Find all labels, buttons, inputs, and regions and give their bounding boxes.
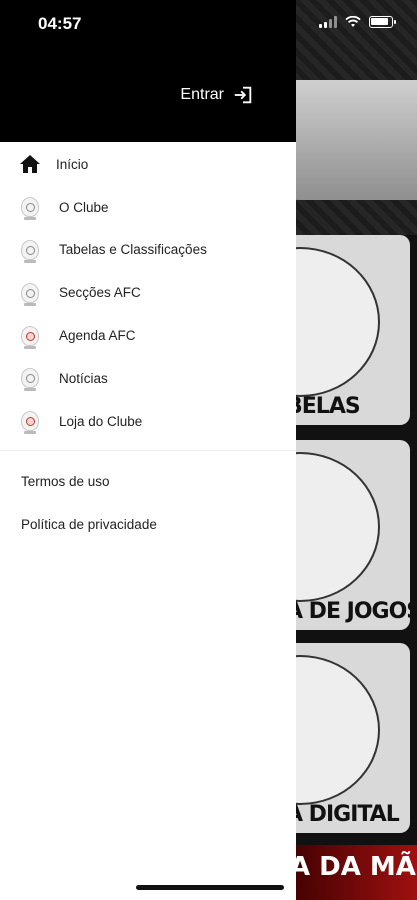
card-label: BELAS bbox=[286, 394, 361, 419]
menu-item-loja[interactable]: Loja do Clube bbox=[0, 400, 296, 443]
menu-divider bbox=[0, 450, 296, 451]
background-card-agenda[interactable]: A DE JOGOS bbox=[280, 440, 410, 630]
login-icon bbox=[234, 86, 252, 104]
menu-item-inicio[interactable]: Início bbox=[0, 143, 296, 186]
navigation-drawer: Entrar Início O Clube Tabelas e Classifi… bbox=[0, 0, 296, 900]
background-bottom-text: A DA MÃO bbox=[290, 852, 417, 882]
menu-item-seccoes[interactable]: Secções AFC bbox=[0, 271, 296, 314]
terms-of-use-link[interactable]: Termos de uso bbox=[0, 460, 296, 503]
background-card-shop[interactable]: A DIGITAL bbox=[280, 643, 410, 833]
battery-icon bbox=[369, 16, 396, 28]
card-label: A DE JOGOS bbox=[286, 599, 410, 624]
home-icon bbox=[20, 154, 40, 174]
status-time: 04:57 bbox=[38, 14, 82, 33]
menu-item-label: Loja do Clube bbox=[59, 413, 143, 429]
card-label: A DIGITAL bbox=[286, 802, 400, 827]
signal-icon bbox=[319, 16, 337, 28]
login-label: Entrar bbox=[180, 86, 224, 103]
privacy-policy-link[interactable]: Política de privacidade bbox=[0, 503, 296, 546]
menu-item-label: Notícias bbox=[59, 370, 108, 386]
menu-item-label: Início bbox=[56, 156, 89, 172]
club-crest-icon bbox=[20, 368, 40, 392]
menu-item-o-clube[interactable]: O Clube bbox=[0, 186, 296, 229]
menu-item-label: O Clube bbox=[59, 199, 109, 215]
menu-item-tabelas[interactable]: Tabelas e Classificações bbox=[0, 229, 296, 272]
club-crest-icon bbox=[20, 282, 40, 306]
legal-links: Termos de uso Política de privacidade bbox=[0, 460, 296, 546]
menu-item-label: Agenda AFC bbox=[59, 328, 136, 344]
club-crest-icon bbox=[20, 239, 40, 263]
background-card-tables[interactable]: BELAS bbox=[280, 235, 410, 425]
club-crest-icon bbox=[20, 411, 40, 435]
menu-item-noticias[interactable]: Notícias bbox=[0, 357, 296, 400]
home-indicator[interactable] bbox=[136, 885, 284, 890]
menu-item-label: Secções AFC bbox=[59, 285, 141, 301]
menu-item-label: Tabelas e Classificações bbox=[59, 242, 207, 258]
menu-item-agenda[interactable]: Agenda AFC bbox=[0, 314, 296, 357]
login-button[interactable]: Entrar bbox=[180, 84, 254, 106]
club-crest-icon bbox=[20, 197, 40, 221]
status-bar: 04:57 bbox=[0, 0, 417, 50]
club-crest-icon bbox=[20, 325, 40, 349]
drawer-menu: Início O Clube Tabelas e Classificações … bbox=[0, 143, 296, 443]
status-icons bbox=[319, 16, 396, 28]
wifi-icon bbox=[345, 16, 361, 27]
